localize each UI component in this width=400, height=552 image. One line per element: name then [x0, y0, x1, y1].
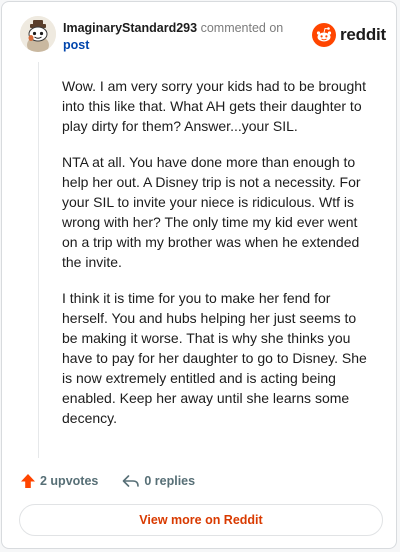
- comment-byline: ImaginaryStandard293 commented on post: [63, 20, 303, 54]
- comment-paragraph: Wow. I am very sorry your kids had to be…: [62, 78, 366, 134]
- commented-on-text: commented on: [200, 21, 284, 35]
- thread-line: [38, 62, 39, 458]
- comment-paragraph: NTA at all. You have done more than enou…: [62, 154, 361, 270]
- post-link[interactable]: post: [63, 37, 303, 54]
- snoo-avatar-icon: [20, 16, 56, 52]
- upvote-button[interactable]: 2 upvotes: [20, 473, 98, 489]
- reddit-brand[interactable]: reddit: [312, 22, 386, 48]
- reply-button[interactable]: 0 replies: [122, 473, 195, 489]
- author-name[interactable]: ImaginaryStandard293: [63, 21, 197, 35]
- reddit-logo-icon: [312, 23, 336, 47]
- view-more-button[interactable]: View more on Reddit: [19, 504, 383, 536]
- comment-actions: 2 upvotes 0 replies: [20, 472, 195, 490]
- reddit-wordmark: reddit: [340, 25, 387, 44]
- reply-count: 0 replies: [144, 474, 196, 488]
- embedded-comment-card: ImaginaryStandard293 commented on post r…: [1, 1, 397, 549]
- avatar[interactable]: [20, 16, 56, 52]
- upvote-arrow-icon: [21, 474, 35, 488]
- comment-body: Wow. I am very sorry your kids had to be…: [62, 76, 372, 444]
- upvote-count: 2 upvotes: [40, 474, 99, 488]
- comment-paragraph: I think it is time for you to make her f…: [62, 290, 367, 426]
- reply-icon: [123, 475, 140, 487]
